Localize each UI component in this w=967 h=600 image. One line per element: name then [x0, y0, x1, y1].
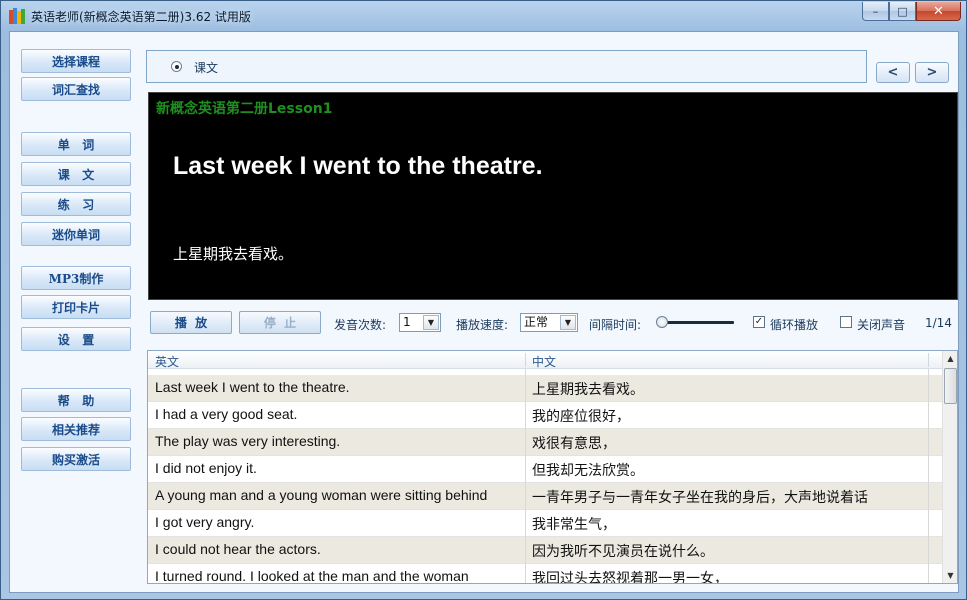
- column-header-chinese[interactable]: 中文: [532, 353, 556, 370]
- cell-english: I had a very good seat.: [155, 406, 298, 422]
- repeat-label: 发音次数:: [334, 318, 387, 332]
- cell-english: I could not hear the actors.: [155, 541, 321, 557]
- vocabulary-search-button[interactable]: 词汇查找: [21, 77, 131, 101]
- scroll-down-arrow-icon[interactable]: ▼: [943, 568, 957, 583]
- mini-words-button[interactable]: 迷你单词: [21, 222, 131, 246]
- sentence-counter: 1/14: [925, 316, 952, 330]
- lesson-title: 新概念英语第二册Lesson1: [156, 101, 333, 117]
- exercise-button[interactable]: 练 习: [21, 192, 131, 216]
- repeat-select[interactable]: 1 ▼: [399, 313, 441, 332]
- column-divider[interactable]: [928, 353, 929, 367]
- speed-label: 播放速度:: [456, 318, 509, 332]
- table-row[interactable]: A young man and a young woman were sitti…: [148, 483, 942, 510]
- words-button[interactable]: 单 词: [21, 132, 131, 156]
- cell-chinese: 我的座位很好，: [532, 409, 630, 425]
- vertical-scrollbar[interactable]: ▲ ▼: [942, 351, 957, 583]
- mute-checkbox[interactable]: [840, 316, 852, 328]
- loop-label[interactable]: 循环播放: [770, 316, 818, 333]
- interval-slider-track[interactable]: [658, 321, 734, 324]
- cell-chinese: 上星期我去看戏。: [532, 382, 644, 398]
- table-row[interactable]: I got very angry. 我非常生气，: [148, 510, 942, 537]
- table-row[interactable]: The play was very interesting. 戏很有意思，: [148, 429, 942, 456]
- title-bar[interactable]: 英语老师(新概念英语第二册)3.62 试用版 – □ ✕: [1, 1, 966, 31]
- cell-english: I got very angry.: [155, 514, 255, 530]
- cell-english: The play was very interesting.: [155, 433, 341, 449]
- column-divider: [525, 369, 526, 583]
- mp3-make-button[interactable]: MP3制作: [21, 266, 131, 290]
- cell-chinese: 一青年男子与一青年女子坐在我的身后，大声地说着话: [532, 490, 868, 506]
- column-divider: [928, 369, 929, 583]
- mute-label[interactable]: 关闭声音: [857, 316, 905, 333]
- next-button[interactable]: >: [915, 62, 949, 83]
- dropdown-arrow-icon: ▼: [560, 315, 576, 330]
- play-button[interactable]: 播 放: [150, 311, 232, 334]
- cell-chinese: 但我却无法欣赏。: [532, 463, 644, 479]
- interval-slider-thumb[interactable]: [656, 316, 668, 328]
- table-row[interactable]: I did not enjoy it. 但我却无法欣赏。: [148, 456, 942, 483]
- window-title: 英语老师(新概念英语第二册)3.62 试用版: [31, 10, 251, 24]
- speed-select[interactable]: 正常 ▼: [520, 313, 578, 332]
- cell-english: I turned round. I looked at the man and …: [155, 568, 469, 584]
- speed-value: 正常: [524, 315, 549, 329]
- stop-button[interactable]: 停 止: [239, 311, 321, 334]
- cell-chinese: 我非常生气，: [532, 517, 616, 533]
- select-course-button[interactable]: 选择课程: [21, 49, 131, 73]
- table-header: 英文 中文: [148, 351, 942, 369]
- cell-chinese: 戏很有意思，: [532, 436, 616, 452]
- help-button[interactable]: 帮 助: [21, 388, 131, 412]
- mode-panel: 课文: [146, 50, 867, 83]
- column-header-english[interactable]: 英文: [155, 353, 179, 370]
- scrollbar-thumb[interactable]: [944, 368, 957, 404]
- english-sentence: Last week I went to the theatre.: [173, 152, 543, 180]
- text-button[interactable]: 课 文: [21, 162, 131, 186]
- maximize-button[interactable]: □: [889, 2, 916, 21]
- books-icon: [9, 8, 25, 24]
- app-window: 英语老师(新概念英语第二册)3.62 试用版 – □ ✕ 选择课程 词汇查找 单…: [0, 0, 967, 600]
- settings-button[interactable]: 设 置: [21, 327, 131, 351]
- recommend-button[interactable]: 相关推荐: [21, 417, 131, 441]
- table-row[interactable]: Last week I went to the theatre. 上星期我去看戏…: [148, 375, 942, 402]
- text-mode-label[interactable]: 课文: [194, 59, 218, 76]
- repeat-value: 1: [403, 315, 411, 329]
- interval-label: 间隔时间:: [589, 318, 642, 332]
- cell-english: I did not enjoy it.: [155, 460, 257, 476]
- table-row[interactable]: I could not hear the actors. 因为我听不见演员在说什…: [148, 537, 942, 564]
- minimize-button[interactable]: –: [862, 2, 889, 21]
- buy-activate-button[interactable]: 购买激活: [21, 447, 131, 471]
- table-row[interactable]: I turned round. I looked at the man and …: [148, 564, 942, 584]
- close-button[interactable]: ✕: [916, 2, 961, 21]
- loop-checkbox[interactable]: ✓: [753, 316, 765, 328]
- sentence-display: 新概念英语第二册Lesson1 Last week I went to the …: [148, 92, 958, 300]
- cell-chinese: 因为我听不见演员在说什么。: [532, 544, 714, 560]
- scroll-up-arrow-icon[interactable]: ▲: [943, 351, 957, 366]
- table-row[interactable]: I had a very good seat. 我的座位很好，: [148, 402, 942, 429]
- print-cards-button[interactable]: 打印卡片: [21, 295, 131, 319]
- dropdown-arrow-icon: ▼: [423, 315, 439, 330]
- cell-english: Last week I went to the theatre.: [155, 379, 350, 395]
- prev-button[interactable]: <: [876, 62, 910, 83]
- text-mode-radio[interactable]: [171, 61, 182, 72]
- client-area: 选择课程 词汇查找 单 词 课 文 练 习 迷你单词 MP3制作 打印卡片 设 …: [9, 31, 959, 593]
- sentence-table: 英文 中文 Last week I went to the theatre. 上…: [147, 350, 958, 584]
- cell-english: A young man and a young woman were sitti…: [155, 487, 488, 503]
- column-divider[interactable]: [525, 353, 526, 367]
- cell-chinese: 我回过头去怒视着那一男一女，: [532, 571, 728, 584]
- sidebar: 选择课程 词汇查找 单 词 课 文 练 习 迷你单词 MP3制作 打印卡片 设 …: [10, 32, 140, 592]
- chinese-sentence: 上星期我去看戏。: [173, 245, 294, 263]
